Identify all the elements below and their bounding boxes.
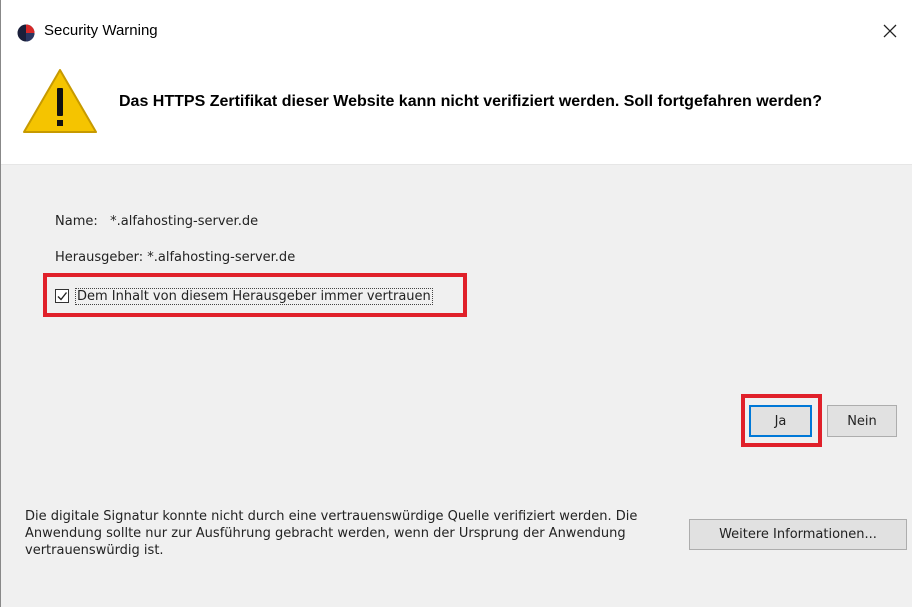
title-bar: Security Warning (1, 0, 912, 56)
warning-triangle-icon (23, 69, 97, 133)
close-button[interactable] (875, 16, 905, 46)
publisher-label: Herausgeber: (55, 250, 144, 265)
security-warning-dialog: Security Warning Das HTTPS Zertifikat di… (0, 0, 912, 607)
signature-notice: Die digitale Signatur konnte nicht durch… (25, 509, 638, 558)
trust-checkbox-label[interactable]: Dem Inhalt von diesem Herausgeber immer … (75, 287, 433, 305)
more-info-button[interactable]: Weitere Informationen... (689, 519, 907, 550)
warning-message: Das HTTPS Zertifikat dieser Website kann… (119, 93, 822, 110)
name-row: Name: *.alfahosting-server.de (55, 214, 258, 229)
trust-checkbox-box[interactable] (55, 289, 69, 303)
checkmark-icon (57, 292, 68, 301)
java-security-icon (17, 24, 35, 42)
no-button[interactable]: Nein (827, 405, 897, 437)
name-value: *.alfahosting-server.de (110, 214, 259, 229)
name-label: Name: (55, 214, 98, 229)
close-icon (883, 24, 897, 38)
yes-button[interactable]: Ja (749, 405, 812, 437)
warning-header: Das HTTPS Zertifikat dieser Website kann… (1, 56, 912, 165)
window-title: Security Warning (44, 22, 158, 39)
publisher-row: Herausgeber: *.alfahosting-server.de (55, 250, 295, 265)
trust-checkbox[interactable]: Dem Inhalt von diesem Herausgeber immer … (55, 285, 433, 307)
publisher-value: *.alfahosting-server.de (147, 250, 296, 265)
